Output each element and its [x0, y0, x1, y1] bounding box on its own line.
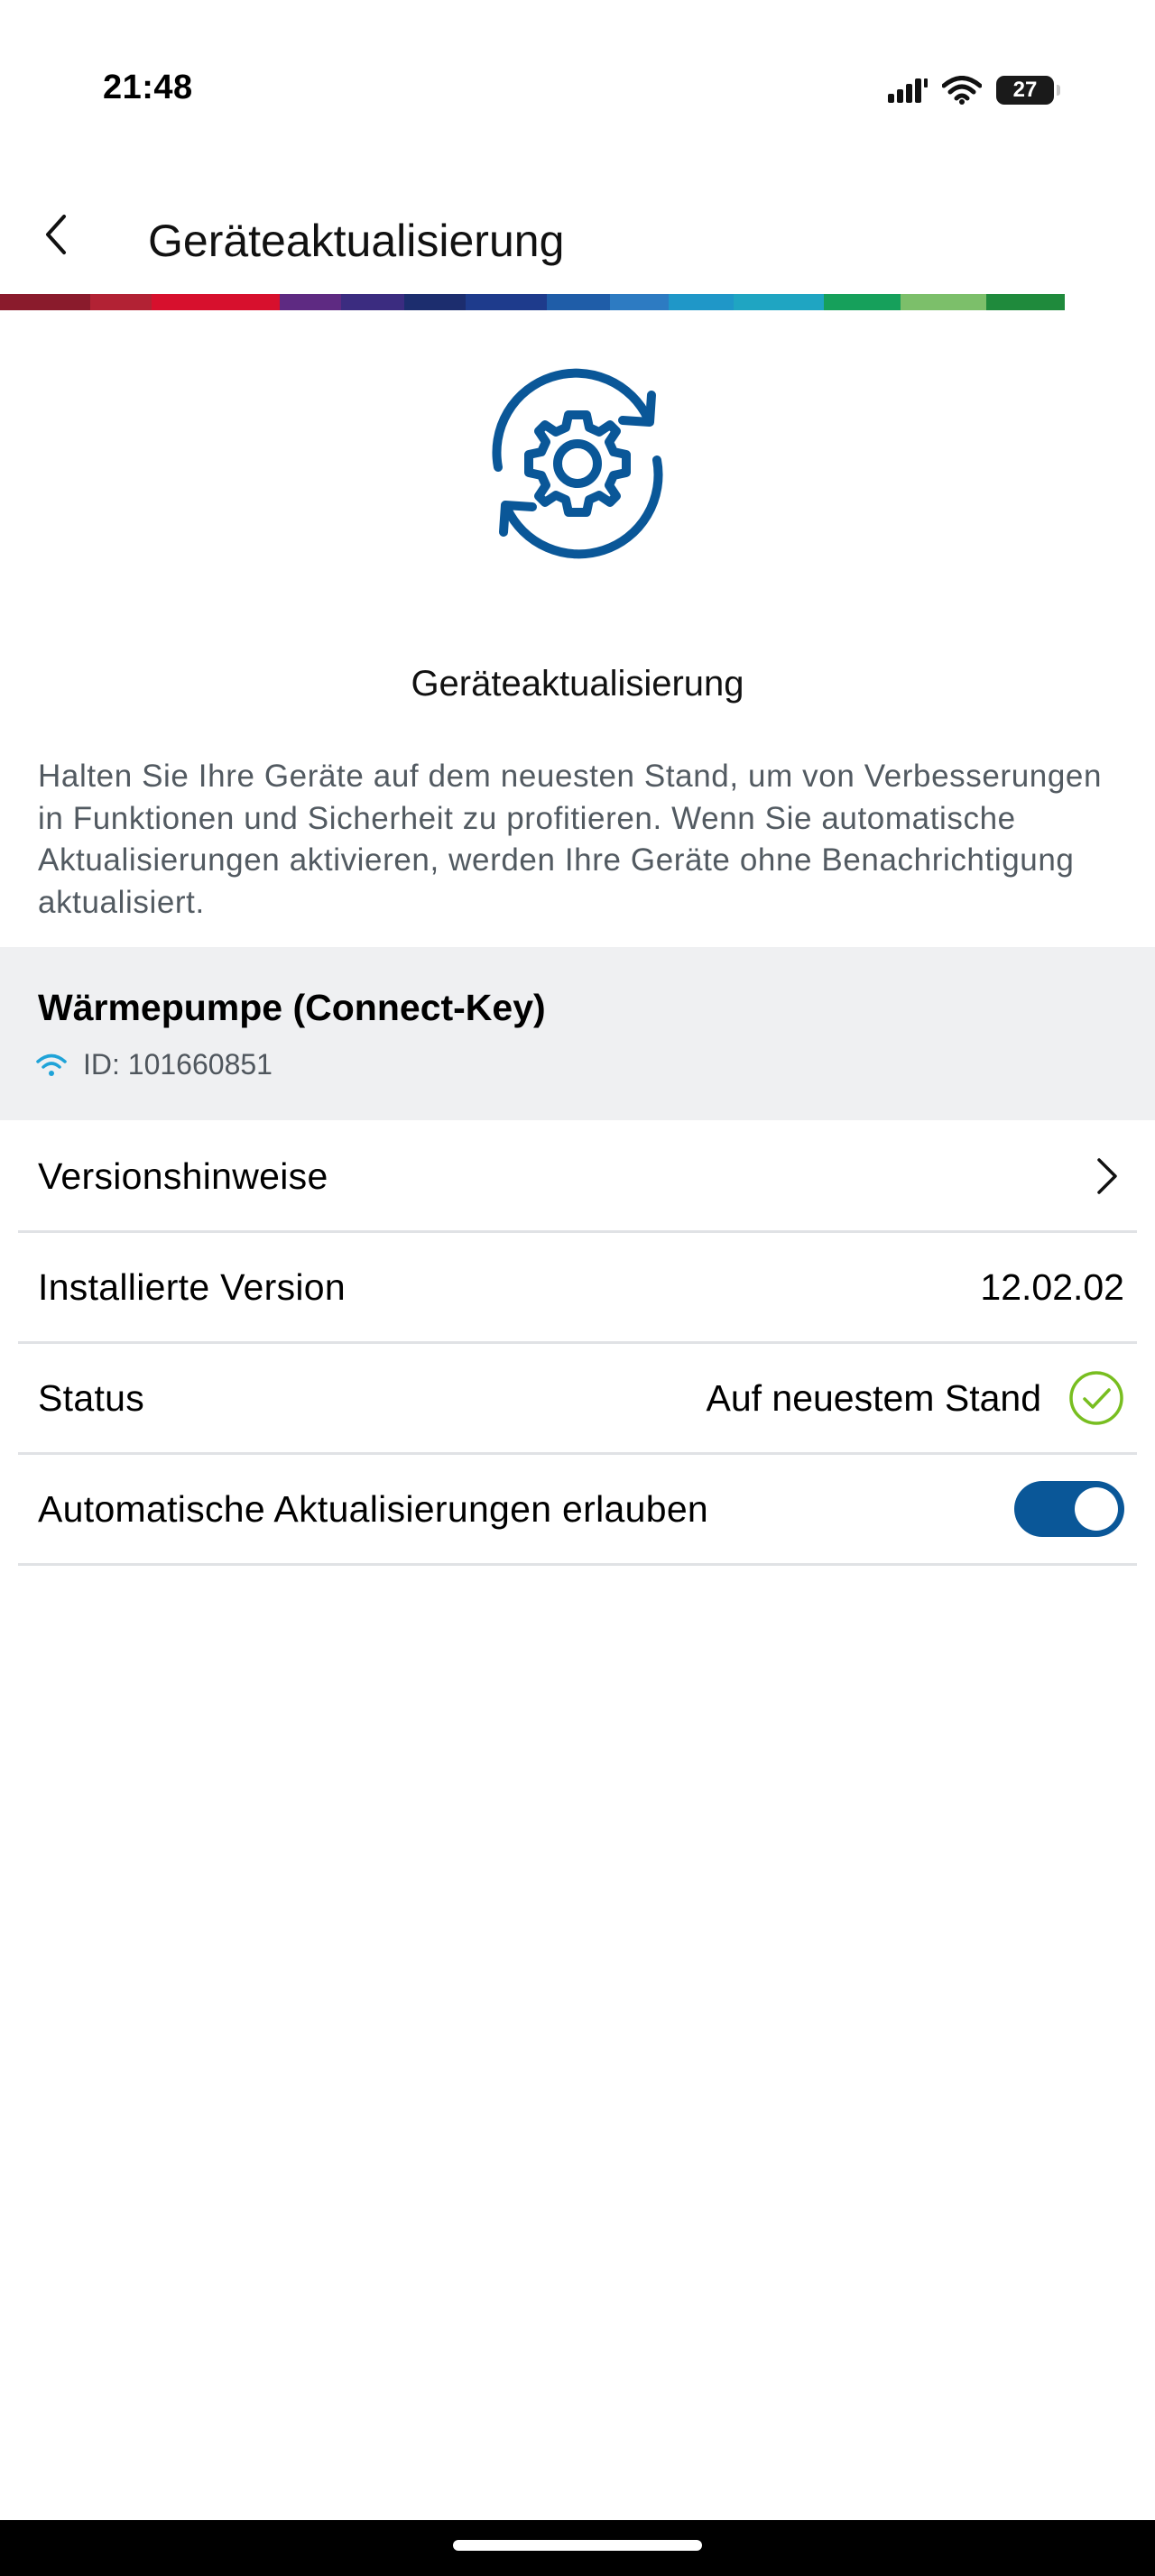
auto-update-toggle[interactable] [1014, 1481, 1124, 1537]
brand-stripe-segment [280, 294, 341, 310]
installed-version-row: Installierte Version 12.02.02 [18, 1233, 1137, 1344]
wifi-icon [36, 1053, 67, 1076]
device-card: Wärmepumpe (Connect-Key) ID: 101660851 [0, 947, 1155, 1120]
brand-stripe-segment [610, 294, 669, 310]
home-indicator[interactable] [453, 2540, 702, 2551]
brand-stripe-segment [152, 294, 280, 310]
installed-version-label: Installierte Version [38, 1266, 346, 1308]
status-value: Auf neuestem Stand [706, 1376, 1041, 1419]
release-notes-label: Versionshinweise [38, 1155, 328, 1197]
brand-stripe-segment [90, 294, 152, 310]
auto-update-row: Automatische Aktualisierungen erlauben [18, 1455, 1137, 1566]
status-row: Status Auf neuestem Stand [18, 1344, 1137, 1455]
section-title: Geräteaktualisierung [411, 664, 744, 704]
back-button[interactable] [27, 206, 85, 263]
status-time: 21:48 [103, 69, 193, 106]
brand-stripe-segment [341, 294, 404, 310]
brand-stripe-segment [734, 294, 824, 310]
brand-stripe [0, 294, 1155, 310]
brand-stripe-segment [986, 294, 1065, 310]
device-id: ID: 101660851 [83, 1048, 273, 1081]
brand-stripe-segment [466, 294, 547, 310]
auto-update-label: Automatische Aktualisierungen erlauben [38, 1488, 709, 1530]
brand-stripe-segment [0, 294, 90, 310]
installed-version-value: 12.02.02 [980, 1265, 1124, 1308]
brand-stripe-segment [404, 294, 466, 310]
chevron-right-icon [1097, 1158, 1117, 1194]
brand-stripe-segment [669, 294, 734, 310]
app-header: Geräteaktualisierung [0, 189, 1155, 294]
battery-level: 27 [1012, 78, 1038, 102]
battery-icon: 27 [996, 76, 1060, 105]
release-notes-row[interactable]: Versionshinweise [18, 1122, 1137, 1233]
gear-sync-icon [492, 368, 663, 559]
device-name: Wärmepumpe (Connect-Key) [38, 987, 546, 1028]
section-description: Halten Sie Ihre Geräte auf dem neuesten … [38, 759, 1103, 920]
brand-stripe-segment [824, 294, 901, 310]
status-label: Status [38, 1377, 145, 1419]
page-title: Geräteaktualisierung [148, 216, 565, 266]
status-bar: 21:48 27 [0, 0, 1155, 180]
wifi-icon [942, 76, 982, 105]
home-bar-area [0, 2520, 1155, 2576]
signal-icon [888, 78, 928, 103]
chevron-left-icon [46, 215, 66, 254]
check-circle-icon [1069, 1371, 1123, 1425]
brand-stripe-segment [901, 294, 986, 310]
brand-stripe-segment [547, 294, 610, 310]
device-id-row: ID: 101660851 [36, 1048, 273, 1081]
toggle-knob [1075, 1487, 1118, 1531]
status-icons: 27 [888, 72, 1060, 108]
